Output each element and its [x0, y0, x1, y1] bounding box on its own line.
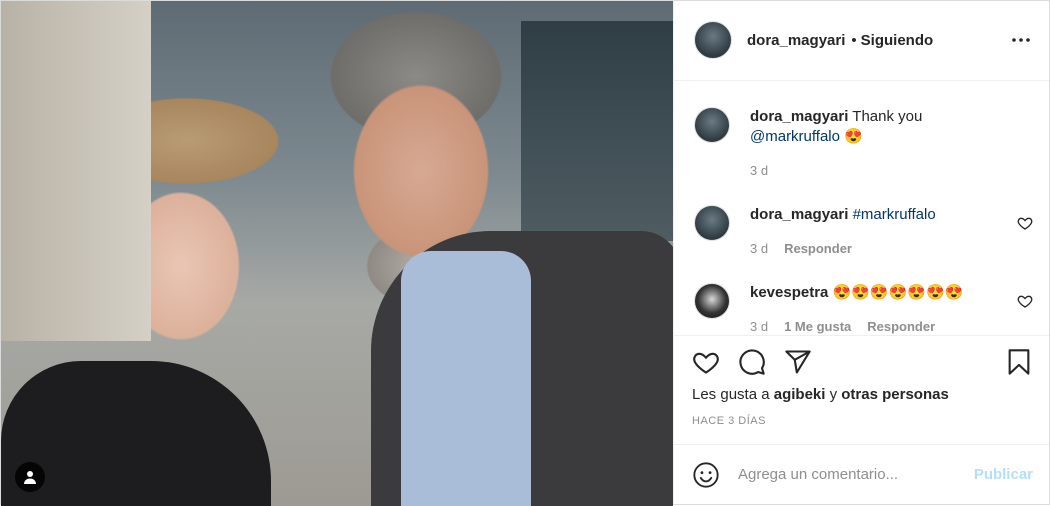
- likes-summary: Les gusta a agibeki y otras personas: [692, 386, 1033, 403]
- post-actions: Les gusta a agibeki y otras personas HAC…: [674, 334, 1049, 445]
- add-comment-bar: Publicar: [674, 444, 1049, 504]
- comment-item: kevespetra 😍😍😍😍😍😍😍 3 d 1 Me gusta Respon…: [694, 282, 1033, 335]
- person-icon: [24, 471, 36, 484]
- comment-username[interactable]: kevespetra: [750, 284, 828, 301]
- tagged-user-icon[interactable]: [15, 462, 45, 492]
- bookmark-icon[interactable]: [1005, 348, 1033, 376]
- comment-time[interactable]: 3 d: [750, 317, 768, 335]
- photo-building: [1, 1, 151, 341]
- author-username[interactable]: dora_magyari: [747, 32, 845, 49]
- comment-mention[interactable]: @markruffalo: [750, 128, 840, 145]
- comment-username[interactable]: dora_magyari: [750, 108, 848, 125]
- publish-button[interactable]: Publicar: [974, 466, 1033, 483]
- comment-input[interactable]: [736, 465, 974, 485]
- photo-shirt: [401, 251, 531, 506]
- comment-hashtag[interactable]: #markruffalo: [853, 206, 936, 223]
- comment-text: 😍😍😍😍😍😍😍: [832, 283, 964, 301]
- comment-likes-count[interactable]: 1 Me gusta: [784, 317, 851, 335]
- comment-avatar[interactable]: [694, 204, 730, 241]
- comment-like-icon[interactable]: [1017, 293, 1033, 309]
- more-options-button[interactable]: [1009, 28, 1033, 52]
- more-horizontal-icon: [1012, 38, 1030, 43]
- post-card: dora_magyari • Siguiendo dora_magyari Th…: [0, 0, 1050, 506]
- likes-prefix: Les gusta a: [692, 385, 770, 403]
- likes-others-link[interactable]: otras personas: [841, 386, 949, 403]
- heart-icon[interactable]: [692, 348, 720, 376]
- comment-avatar[interactable]: [694, 282, 730, 319]
- comment-list[interactable]: dora_magyari Thank you @markruffalo 😍 3 …: [674, 81, 1049, 335]
- post-header: dora_magyari • Siguiendo: [674, 1, 1049, 81]
- post-date[interactable]: HACE 3 DÍAS: [692, 415, 1033, 427]
- comment-like-icon[interactable]: [1017, 215, 1033, 231]
- smiley-icon[interactable]: [692, 461, 720, 489]
- comment-avatar[interactable]: [694, 106, 730, 143]
- liker-username[interactable]: agibeki: [774, 386, 826, 403]
- post-photo[interactable]: [1, 1, 673, 506]
- comment-text: Thank you: [852, 107, 923, 125]
- post-sidebar: dora_magyari • Siguiendo dora_magyari Th…: [673, 1, 1049, 504]
- share-icon[interactable]: [784, 348, 812, 376]
- comment-emoji: 😍: [844, 127, 863, 145]
- reply-button[interactable]: Responder: [867, 317, 935, 335]
- comment-time[interactable]: 3 d: [750, 161, 768, 181]
- photo-window: [521, 21, 673, 241]
- comment-time[interactable]: 3 d: [750, 239, 768, 259]
- following-button[interactable]: Siguiendo: [861, 32, 934, 49]
- comment-icon[interactable]: [738, 348, 766, 376]
- comment-item: dora_magyari Thank you @markruffalo 😍 3 …: [694, 106, 1033, 181]
- comment-item: dora_magyari #markruffalo 3 d Responder: [694, 204, 1033, 259]
- likes-joiner: y: [829, 385, 838, 403]
- author-avatar[interactable]: [694, 21, 732, 60]
- reply-button[interactable]: Responder: [784, 239, 852, 259]
- header-separator: •: [851, 31, 857, 49]
- comment-username[interactable]: dora_magyari: [750, 206, 848, 223]
